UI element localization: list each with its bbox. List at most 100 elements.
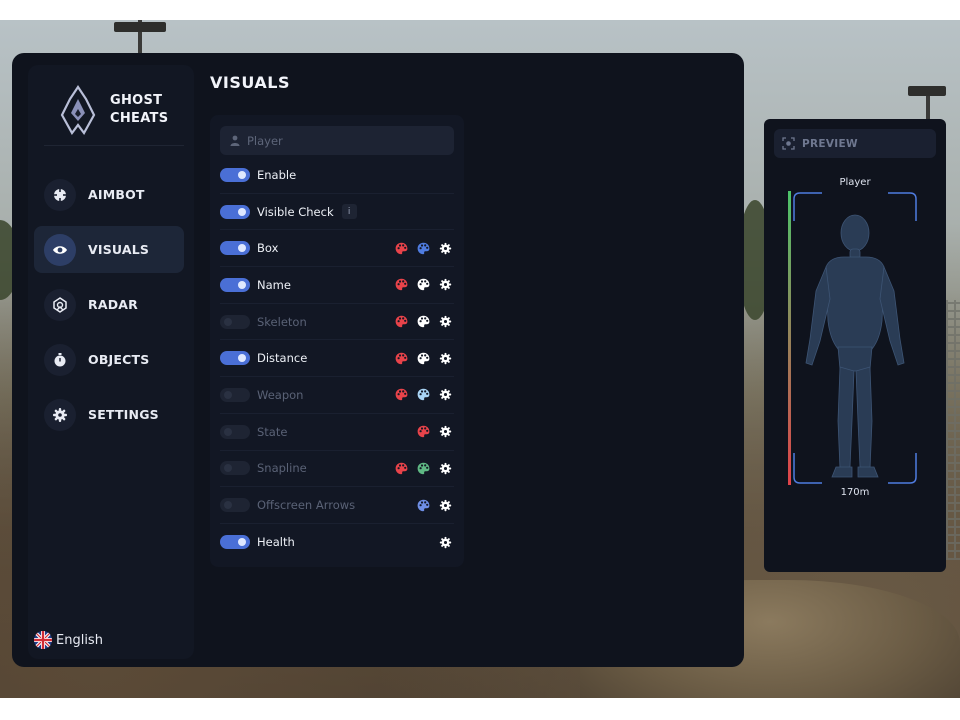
color-palette-icon[interactable] <box>394 315 408 329</box>
color-palette-icon[interactable] <box>416 351 430 365</box>
option-list: Enable Visible Check i Box Name Skeleton Dista… <box>220 157 454 561</box>
uk-flag-icon <box>34 631 52 649</box>
preview-header: PREVIEW <box>774 129 936 158</box>
light-pole-lamps <box>908 86 946 96</box>
page-title: VISUALS <box>210 73 290 92</box>
color-palette-icon[interactable] <box>394 388 408 402</box>
option-row-name: Name <box>220 267 454 304</box>
option-label: State <box>257 424 288 439</box>
color-palette-icon[interactable] <box>416 315 430 329</box>
health-bar <box>788 191 791 485</box>
toggle-name[interactable] <box>220 277 250 292</box>
option-row-state: State <box>220 414 454 451</box>
toggle-weapon[interactable] <box>220 387 250 402</box>
option-actions <box>386 304 452 340</box>
nav-item-settings[interactable]: SETTINGS <box>34 391 184 438</box>
option-row-enable: Enable <box>220 157 454 194</box>
preview-distance: 170m <box>840 487 870 498</box>
option-row-distance: Distance <box>220 340 454 378</box>
info-icon[interactable]: i <box>341 204 357 220</box>
option-label: Skeleton <box>257 314 307 329</box>
nav-label: VISUALS <box>88 242 150 257</box>
option-actions <box>408 487 452 523</box>
gear-icon[interactable] <box>438 278 452 292</box>
brand-line1: GHOST <box>110 93 163 108</box>
toggle-health[interactable] <box>220 535 250 550</box>
option-label: Visible Check <box>257 204 334 219</box>
option-actions <box>386 340 452 376</box>
player-filter-field[interactable]: Player <box>220 126 454 155</box>
toggle-visible-check[interactable] <box>220 204 250 219</box>
toggle-snapline[interactable] <box>220 461 250 476</box>
option-label: Offscreen Arrows <box>257 498 356 513</box>
preview-canvas: Player 170m <box>764 171 946 511</box>
toggle-distance[interactable] <box>220 351 250 366</box>
toggle-skeleton[interactable] <box>220 314 250 329</box>
nav-item-aimbot[interactable]: AIMBOT <box>34 171 184 218</box>
option-row-skeleton: Skeleton <box>220 304 454 341</box>
gear-icon[interactable] <box>438 388 452 402</box>
option-row-box: Box <box>220 230 454 268</box>
sidebar-divider <box>44 145 184 146</box>
gear-icon[interactable] <box>438 461 452 475</box>
option-label: Box <box>257 241 279 256</box>
option-label: Health <box>257 535 295 550</box>
gear-icon[interactable] <box>438 315 452 329</box>
gear-icon[interactable] <box>438 425 452 439</box>
nav-item-radar[interactable]: RADAR <box>34 281 184 328</box>
toggle-knob <box>238 538 246 547</box>
toggle-enable[interactable] <box>220 167 250 182</box>
gear-icon <box>44 398 76 431</box>
preview-player-name: Player <box>839 177 871 188</box>
nav-label: SETTINGS <box>88 407 159 422</box>
color-palette-icon[interactable] <box>394 461 408 475</box>
gear-icon[interactable] <box>438 351 452 365</box>
sidebar: GHOST CHEATS AIMBOT VISUALS RADAR OBJECT… <box>28 65 194 659</box>
option-actions <box>386 230 452 266</box>
toggle-knob <box>224 501 232 510</box>
option-actions <box>386 377 452 413</box>
nav-item-objects[interactable]: OBJECTS <box>34 336 184 383</box>
option-row-visible-check: Visible Check i <box>220 194 454 231</box>
color-palette-icon[interactable] <box>416 278 430 292</box>
toggle-state[interactable] <box>220 424 250 439</box>
toggle-box[interactable] <box>220 241 250 256</box>
gear-icon[interactable] <box>438 241 452 255</box>
camera-scan-icon <box>782 137 795 150</box>
option-label: Name <box>257 277 291 292</box>
language-label: English <box>56 632 103 648</box>
brand-line2: CHEATS <box>110 111 169 126</box>
toggle-knob <box>238 244 246 253</box>
player-filter-label: Player <box>247 133 283 148</box>
color-palette-icon[interactable] <box>394 278 408 292</box>
preview-panel: PREVIEW Player 170m <box>764 119 946 572</box>
option-actions <box>430 524 452 561</box>
color-palette-icon[interactable] <box>416 461 430 475</box>
option-actions <box>386 267 452 303</box>
option-label: Snapline <box>257 461 307 476</box>
color-palette-icon[interactable] <box>416 498 430 512</box>
option-label: Distance <box>257 351 308 366</box>
color-palette-icon[interactable] <box>394 241 408 255</box>
toggle-knob <box>238 280 246 289</box>
preview-title: PREVIEW <box>802 137 858 150</box>
toggle-knob <box>238 354 246 363</box>
color-palette-icon[interactable] <box>416 241 430 255</box>
language-selector[interactable]: English <box>34 631 103 649</box>
color-palette-icon[interactable] <box>394 351 408 365</box>
gear-icon[interactable] <box>438 498 452 512</box>
color-palette-icon[interactable] <box>416 425 430 439</box>
nav-item-visuals[interactable]: VISUALS <box>34 226 184 273</box>
crosshair-icon <box>44 178 76 211</box>
eye-icon <box>44 233 76 266</box>
ghost-logo-icon <box>60 85 96 135</box>
visuals-settings-card: Player Enable Visible Check i Box Name Skelet… <box>210 115 464 567</box>
toggle-offscreen-arrows[interactable] <box>220 498 250 513</box>
color-palette-icon[interactable] <box>416 388 430 402</box>
nav-label: OBJECTS <box>88 352 150 367</box>
nav-label: RADAR <box>88 297 138 312</box>
toggle-knob <box>224 390 232 399</box>
gear-icon[interactable] <box>438 535 452 549</box>
toggle-knob <box>238 170 246 179</box>
option-row-offscreen-arrows: Offscreen Arrows <box>220 487 454 524</box>
